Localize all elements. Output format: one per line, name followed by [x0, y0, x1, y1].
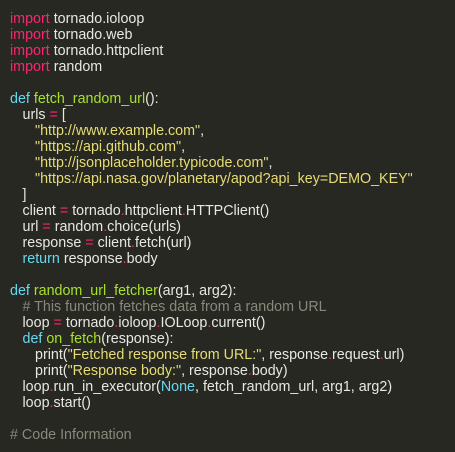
- code-token: random: [50, 219, 104, 235]
- code-token: body: [126, 251, 158, 267]
- code-token: random_url_fetcher: [33, 283, 158, 299]
- code-token: tornado.web: [49, 27, 133, 43]
- code-token: request: [332, 347, 380, 363]
- code-token: ,: [200, 123, 205, 139]
- code-token: loop: [22, 379, 50, 395]
- code-token: def: [10, 283, 34, 299]
- code-line: import random: [10, 59, 413, 75]
- code-token: (response):: [101, 331, 174, 347]
- code-line: import tornado.ioloop: [10, 11, 413, 27]
- code-token: IOLoop: [160, 315, 208, 331]
- code-token: =: [53, 315, 62, 331]
- code-line: urls = [: [10, 107, 413, 123]
- code-line: import tornado.httpclient: [10, 43, 413, 59]
- code-token: loop: [22, 395, 50, 411]
- code-line: print("Response body:", response.body): [10, 363, 413, 379]
- code-line: ]: [10, 187, 413, 203]
- code-token: import: [10, 59, 50, 75]
- code-token: def: [22, 331, 47, 347]
- code-token: tornado.ioloop: [49, 11, 145, 27]
- code-line: print("Fetched response from URL:", resp…: [10, 347, 413, 363]
- code-line: # Code Information: [10, 427, 413, 443]
- code-line: "http://www.example.com",: [10, 123, 413, 139]
- code-token: ,: [181, 139, 186, 155]
- code-token: "Response body:": [67, 363, 182, 379]
- code-token: (arg1, arg2):: [157, 283, 237, 299]
- code-token: ,: [268, 155, 273, 171]
- code-token: # Code Information: [10, 427, 132, 443]
- code-line: def random_url_fetcher(arg1, arg2):: [10, 283, 413, 299]
- code-token: ():: [145, 91, 159, 107]
- code-token: client: [93, 235, 132, 251]
- code-token: import: [10, 43, 50, 59]
- code-token: current(): [211, 315, 266, 331]
- code-token: print(: [35, 363, 68, 379]
- code-line: def on_fetch(response):: [10, 331, 413, 347]
- code-line: loop = tornado.ioloop.IOLoop.current(): [10, 315, 413, 331]
- code-token: client: [22, 203, 60, 219]
- code-token: =: [85, 235, 94, 251]
- code-token: url: [22, 219, 43, 235]
- code-token: =: [59, 203, 69, 219]
- code-token: =: [42, 219, 51, 235]
- code-token: return: [22, 251, 60, 267]
- code-token: response: [59, 251, 123, 267]
- code-line: "https://api.github.com",: [10, 139, 413, 155]
- code-token: HTTPClient(): [185, 203, 270, 219]
- code-token: response: [22, 235, 86, 251]
- code-token: "https://api.github.com": [35, 139, 182, 155]
- code-line: import tornado.web: [10, 27, 413, 43]
- code-token: ioloop: [118, 315, 157, 331]
- code-token: "Fetched response from URL:": [67, 347, 262, 363]
- code-token: run_in_executor(: [53, 379, 161, 395]
- code-token: fetch(url): [135, 235, 192, 251]
- code-token: , fetch_random_url, arg1, arg2): [195, 379, 393, 395]
- code-token: url): [383, 347, 405, 363]
- code-token: [: [57, 107, 66, 123]
- code-token: def: [10, 91, 34, 107]
- code-token: "https://api.nasa.gov/planetary/apod?api…: [35, 171, 413, 187]
- code-token: tornado: [61, 315, 115, 331]
- code-line: def fetch_random_url():: [10, 91, 413, 107]
- code-line: url = random.choice(urls): [10, 219, 413, 235]
- code-token: =: [49, 107, 58, 123]
- code-line: "http://jsonplaceholder.typicode.com",: [10, 155, 413, 171]
- code-line: loop.start(): [10, 395, 413, 411]
- code-token: choice(urls): [107, 219, 182, 235]
- code-token: urls: [22, 107, 50, 123]
- code-token: import: [10, 27, 50, 43]
- code-line: client = tornado.httpclient.HTTPClient(): [10, 203, 413, 219]
- code-token: "http://jsonplaceholder.typicode.com": [35, 155, 269, 171]
- code-token: httpclient: [124, 203, 182, 219]
- code-token: start(): [53, 395, 91, 411]
- code-token: , response: [181, 363, 248, 379]
- code-token: on_fetch: [46, 331, 102, 347]
- code-line: # This function fetches data from a rand…: [10, 299, 413, 315]
- code-line: return response.body: [10, 251, 413, 267]
- code-line: loop.run_in_executor(None, fetch_random_…: [10, 379, 413, 395]
- code-token: None: [160, 379, 195, 395]
- code-token: print(: [35, 347, 68, 363]
- code-token: import: [10, 11, 50, 27]
- code-line: "https://api.nasa.gov/planetary/apod?api…: [10, 171, 413, 187]
- code-token: tornado.httpclient: [49, 43, 164, 59]
- code-token: "http://www.example.com": [35, 123, 201, 139]
- code-token: , response: [261, 347, 329, 363]
- code-editor[interactable]: import tornado.ioloop import tornado.web i…: [10, 11, 413, 443]
- code-token: # This function fetches data from a rand…: [22, 299, 327, 315]
- code-token: tornado: [68, 203, 121, 219]
- code-token: body): [251, 363, 288, 379]
- code-token: random: [49, 59, 103, 75]
- code-token: ]: [22, 187, 27, 203]
- code-token: loop: [22, 315, 54, 331]
- code-token: fetch_random_url: [33, 91, 146, 107]
- code-line: response = client.fetch(url): [10, 235, 413, 251]
